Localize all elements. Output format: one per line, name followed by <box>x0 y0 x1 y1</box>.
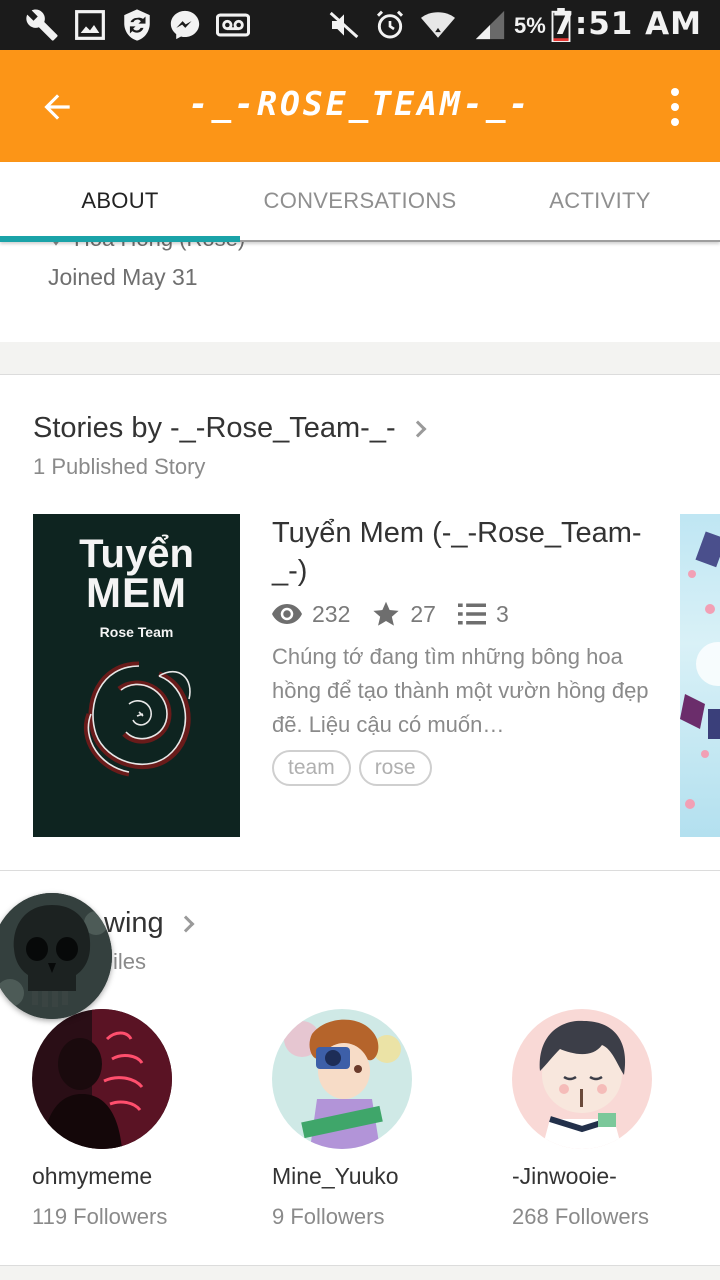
stories-header[interactable]: Stories by -_-Rose_Team-_- <box>33 412 427 445</box>
parts-stat: 3 <box>457 600 509 628</box>
location-row: Hoa Hồng (Rose) <box>48 242 245 252</box>
mute-icon <box>326 8 362 42</box>
rose-illustration <box>83 661 191 777</box>
wrench-icon <box>22 8 62 42</box>
battery-percent: 5% <box>514 13 546 38</box>
section-divider <box>0 1265 720 1280</box>
user-name: Mine_Yuuko <box>272 1163 399 1189</box>
following-header[interactable]: wing <box>104 907 195 940</box>
section-divider <box>0 342 720 375</box>
messenger-icon <box>166 8 204 42</box>
tab-activity[interactable]: ACTIVITY <box>480 162 720 240</box>
following-section: wing iles ohmymeme 119 Followers Mine_Yu… <box>0 871 720 1265</box>
following-subtitle: iles <box>113 949 147 974</box>
page-title: -_-ROSE_TEAM-_- <box>188 84 532 123</box>
star-icon <box>373 601 399 626</box>
user-card[interactable]: Mine_Yuuko 9 Followers <box>272 1009 492 1230</box>
chevron-right-icon <box>177 915 195 932</box>
tag-chip[interactable]: rose <box>358 750 432 786</box>
wifi-icon <box>418 8 458 42</box>
story-title: Tuyển Mem (-_-Rose_Team-_-) <box>272 517 642 587</box>
tab-about[interactable]: ABOUT <box>0 162 240 240</box>
follower-count: 268 Followers <box>512 1204 649 1229</box>
user-card[interactable]: ohmymeme 119 Followers <box>32 1009 252 1230</box>
tab-conversations[interactable]: CONVERSATIONS <box>240 162 480 240</box>
stories-count: 1 Published Story <box>33 454 206 479</box>
voicemail-icon <box>214 8 252 42</box>
active-tab-indicator <box>0 236 240 242</box>
next-story-cover[interactable] <box>680 514 720 837</box>
cover-title-line1: Tuyển <box>79 532 194 576</box>
follower-count: 9 Followers <box>272 1204 385 1229</box>
reads-count: 232 <box>312 600 351 627</box>
avatar[interactable] <box>32 1009 172 1149</box>
story-description: Chúng tớ đang tìm những bông hoa hồng để… <box>272 644 649 737</box>
stories-title: Stories by -_-Rose_Team-_- <box>33 412 396 444</box>
stories-section: Stories by -_-Rose_Team-_- 1 Published S… <box>0 376 720 871</box>
chevron-right-icon <box>409 420 427 437</box>
more-options-button[interactable] <box>660 82 690 132</box>
story-cover[interactable]: Tuyển MEM Rose Team <box>33 514 240 837</box>
following-title: wing <box>104 907 164 939</box>
dot <box>671 88 679 96</box>
tag-chip[interactable]: team <box>272 750 351 786</box>
votes-count: 27 <box>410 600 436 627</box>
following-list: ohmymeme 119 Followers Mine_Yuuko 9 Foll… <box>0 1009 720 1249</box>
avatar[interactable] <box>512 1009 652 1149</box>
signal-icon <box>470 8 510 42</box>
cover-art <box>680 531 720 809</box>
avatar[interactable] <box>272 1009 412 1149</box>
eye-icon <box>272 604 302 624</box>
story-info[interactable]: Tuyển Mem (-_-Rose_Team-_-) 232 27 3 Chú… <box>272 514 652 786</box>
app-bar: -_-ROSE_TEAM-_- <box>0 50 720 162</box>
status-bar: 5% 7:51 AM <box>0 0 720 50</box>
tag-list: team rose <box>272 750 652 786</box>
parts-count: 3 <box>495 600 509 627</box>
about-section: Hoa Hồng (Rose) Joined May 31 <box>0 242 720 342</box>
dot <box>671 118 679 126</box>
location-text: Hoa Hồng (Rose) <box>74 242 245 252</box>
shield-sync-icon <box>118 8 156 42</box>
list-icon <box>457 603 486 625</box>
cover-title-line2: MEM <box>86 569 187 616</box>
dot <box>671 103 679 111</box>
joined-date: Joined May 31 <box>48 264 198 290</box>
image-icon <box>72 8 108 42</box>
follower-count: 119 Followers <box>32 1204 168 1229</box>
alarm-icon <box>372 8 408 42</box>
reads-stat: 232 <box>272 601 350 628</box>
tab-bar: ABOUT CONVERSATIONS ACTIVITY <box>0 162 720 242</box>
clock: 7:51 AM <box>552 6 702 42</box>
story-stats: 232 27 3 <box>272 600 652 628</box>
user-card[interactable]: -Jinwooie- 268 Followers <box>512 1009 720 1230</box>
user-name: ohmymeme <box>32 1163 153 1189</box>
user-name: -Jinwooie- <box>512 1163 617 1189</box>
cover-subtitle: Rose Team <box>99 624 174 640</box>
location-pin-icon <box>53 242 59 246</box>
votes-stat: 27 <box>372 600 436 628</box>
